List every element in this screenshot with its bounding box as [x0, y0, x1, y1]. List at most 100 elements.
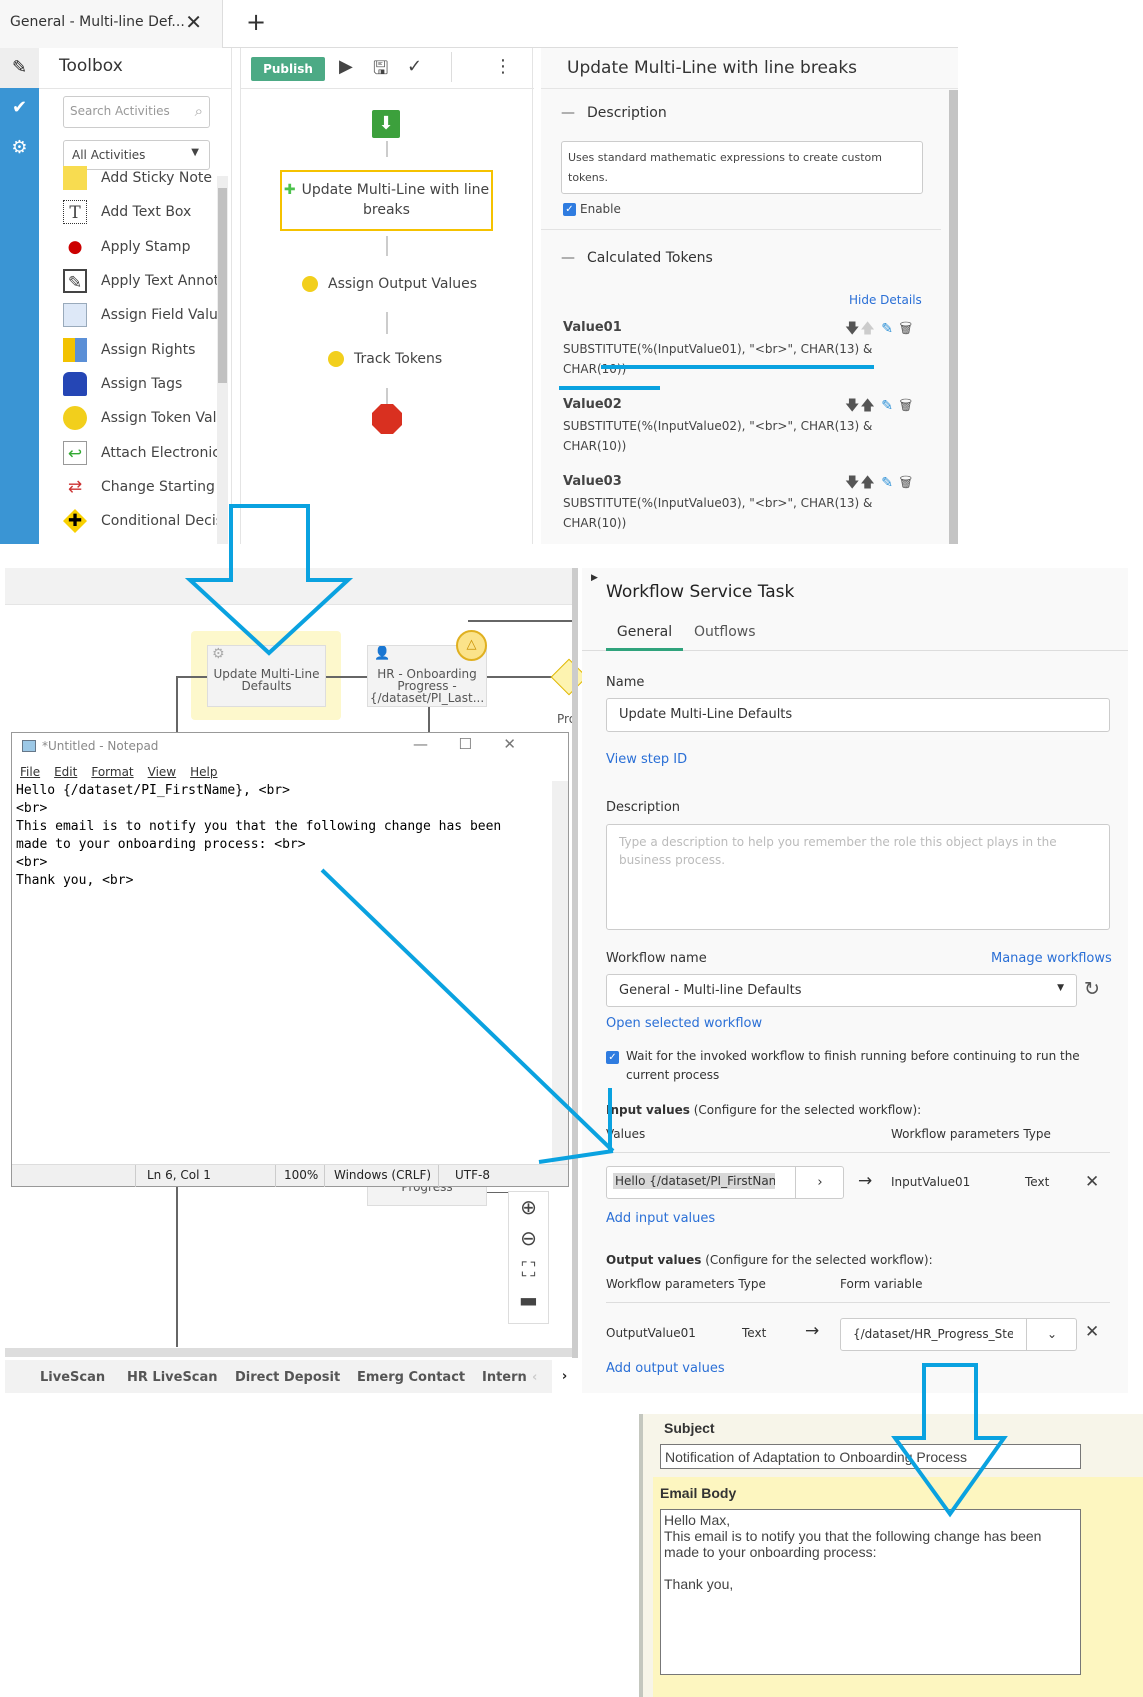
gears-icon[interactable]: ⚙	[0, 128, 39, 168]
add-input-values-link[interactable]: Add input values	[606, 1211, 715, 1226]
move-down-icon[interactable]: 🡇	[845, 321, 860, 337]
wait-checkbox[interactable]: ✓	[606, 1050, 623, 1065]
attach-icon: ↩	[63, 441, 87, 465]
toolbox-item[interactable]: ● Apply Stamp	[63, 235, 223, 265]
values-column-header: Values	[606, 1127, 646, 1141]
open-selected-workflow-link[interactable]: Open selected workflow	[606, 1016, 762, 1031]
zoom-controls: ⊕ ⊖ ⛶ ▬	[508, 1191, 549, 1324]
canvas-horizontal-scrollbar[interactable]	[5, 1348, 577, 1357]
view-step-id-link[interactable]: View step ID	[606, 752, 687, 767]
edit-pencil-icon[interactable]: ✎	[881, 475, 894, 491]
menu-edit[interactable]: Edit	[54, 765, 77, 779]
toolbox-scrollbar[interactable]	[217, 176, 228, 544]
toolbox-item[interactable]: Assign Tags	[63, 372, 223, 402]
tab-livescan[interactable]: LiveScan	[40, 1370, 105, 1385]
scroll-right-icon[interactable]: ›	[552, 1360, 577, 1393]
item-label: Assign Tags	[101, 376, 183, 392]
search-activities-input[interactable]: Search Activities ⌕	[63, 96, 210, 128]
collapse-icon: —	[561, 250, 575, 266]
toolbox-item[interactable]: Add Sticky Note	[63, 166, 223, 196]
notepad-scrollbar[interactable]	[552, 781, 568, 1165]
move-down-icon[interactable]: 🡇	[845, 475, 860, 491]
tab-emerg-contact[interactable]: Emerg Contact	[357, 1370, 465, 1385]
maximize-icon[interactable]: ☐	[459, 735, 472, 753]
menu-file[interactable]: File	[20, 765, 40, 779]
close-tab-icon[interactable]: ✕	[185, 10, 202, 34]
toolbox-item[interactable]: Assign Field Values	[63, 303, 223, 333]
zoom-out-icon[interactable]: ⊖	[509, 1223, 548, 1254]
description-textarea[interactable]: Type a description to help you remember …	[606, 824, 1110, 930]
chevron-down-icon[interactable]: ⌄	[1026, 1319, 1077, 1350]
move-up-icon[interactable]: 🡅	[860, 398, 875, 414]
zoom-in-icon[interactable]: ⊕	[509, 1192, 548, 1223]
track-tokens-node[interactable]: Track Tokens	[328, 351, 442, 367]
manage-workflows-link[interactable]: Manage workflows	[991, 951, 1112, 966]
name-input[interactable]: Update Multi-Line Defaults	[606, 698, 1110, 732]
expand-caret-icon[interactable]: ▶	[591, 573, 598, 583]
checkmark-icon[interactable]: ✓	[407, 56, 422, 77]
refresh-icon[interactable]: ↻	[1084, 978, 1100, 1000]
toolbox-item[interactable]: ✎ Apply Text Annotation	[63, 269, 223, 299]
hide-details-link[interactable]: Hide Details	[849, 293, 922, 307]
calculated-tokens-section-header[interactable]: — Calculated Tokens	[561, 250, 713, 266]
tab-general[interactable]: General	[606, 624, 683, 651]
scroll-left-icon[interactable]: ‹	[532, 1370, 537, 1385]
trash-icon[interactable]: 🗑	[899, 398, 913, 414]
selected-step-node[interactable]: ✚ Update Multi-Line with line breaks	[280, 170, 493, 231]
edit-pencil-icon[interactable]: ✎	[881, 398, 894, 414]
add-output-values-link[interactable]: Add output values	[606, 1361, 725, 1376]
assign-output-values-node[interactable]: Assign Output Values	[302, 276, 477, 292]
tab-direct-deposit[interactable]: Direct Deposit	[235, 1370, 340, 1385]
toolbox-item[interactable]: ↩ Attach Electronic	[63, 441, 223, 471]
minimap-icon[interactable]: ▬	[509, 1285, 548, 1316]
chevron-right-icon[interactable]: ›	[795, 1167, 844, 1198]
toolbox-item[interactable]: ✚ Conditional Decision	[63, 509, 223, 539]
tab-hr-livescan[interactable]: HR LiveScan	[127, 1370, 218, 1385]
fit-to-screen-icon[interactable]: ⛶	[509, 1254, 548, 1285]
move-down-icon[interactable]: 🡇	[845, 398, 860, 414]
play-icon[interactable]: ▶	[339, 56, 353, 77]
edit-pencil-icon[interactable]: ✎	[881, 321, 894, 337]
toolbox-item[interactable]: T Add Text Box	[63, 200, 223, 230]
minimize-icon[interactable]: —	[413, 735, 428, 753]
arrow-right-icon: →	[858, 1171, 873, 1191]
move-up-icon[interactable]: 🡅	[860, 475, 875, 491]
properties-scrollbar[interactable]	[949, 90, 958, 544]
toolbox-item[interactable]: Assign Rights	[63, 338, 223, 368]
input-value-field[interactable]: Hello {/dataset/PI_FirstNan ›	[606, 1166, 844, 1199]
move-up-icon[interactable]: 🡅	[860, 321, 875, 337]
new-tab-plus-icon[interactable]: +	[246, 8, 266, 36]
canvas-vertical-scrollbar[interactable]	[572, 568, 578, 1358]
publish-button[interactable]: Publish	[251, 57, 325, 81]
notepad-text-area[interactable]: Hello {/dataset/PI_FirstName}, <br> <br>…	[16, 782, 546, 890]
form-variable-select[interactable]: {/dataset/HR_Progress_Ste ⌄	[840, 1318, 1077, 1351]
email-body-textarea[interactable]: Hello Max, This email is to notify you t…	[660, 1509, 1081, 1675]
workflow-name-select[interactable]: General - Multi-line Defaults ▼	[606, 974, 1077, 1007]
start-node-icon[interactable]: ⬇	[372, 110, 400, 138]
trash-icon[interactable]: 🗑	[899, 475, 913, 491]
menu-format[interactable]: Format	[91, 765, 133, 779]
step-label: Update Multi-Line with line breaks	[301, 182, 490, 218]
tab-intern[interactable]: Intern	[482, 1370, 526, 1385]
enable-checkbox[interactable]: ✓ Enable	[563, 202, 621, 216]
trash-icon[interactable]: 🗑	[899, 321, 913, 337]
document-tab[interactable]: General - Multi-line Def... ✕	[0, 0, 223, 48]
save-icon[interactable]: 🖫	[373, 56, 388, 86]
subject-input[interactable]: Notification of Adaptation to Onboarding…	[660, 1444, 1081, 1469]
close-icon[interactable]: ✕	[503, 735, 516, 753]
update-multi-line-defaults-node[interactable]: ⚙ Update Multi-Line Defaults	[207, 645, 326, 707]
escalation-event-icon[interactable]: △	[456, 630, 487, 661]
tab-outflows[interactable]: Outflows	[694, 624, 756, 640]
menu-help[interactable]: Help	[190, 765, 217, 779]
toolbox-item[interactable]: Assign Token Values	[63, 406, 223, 436]
description-textarea[interactable]: Uses standard mathematic expressions to …	[561, 141, 923, 194]
description-section-header[interactable]: — Description	[561, 105, 667, 121]
remove-output-icon[interactable]: ✕	[1085, 1322, 1099, 1342]
check-icon[interactable]: ✔	[0, 88, 39, 128]
menu-view[interactable]: View	[148, 765, 176, 779]
more-vertical-icon[interactable]: ⋮	[494, 56, 512, 77]
remove-input-icon[interactable]: ✕	[1085, 1172, 1099, 1192]
toolbox-item[interactable]: ⇄ Change Starting E	[63, 475, 223, 505]
pencil-icon[interactable]: ✎	[0, 48, 39, 88]
stop-node-icon[interactable]	[372, 404, 402, 434]
